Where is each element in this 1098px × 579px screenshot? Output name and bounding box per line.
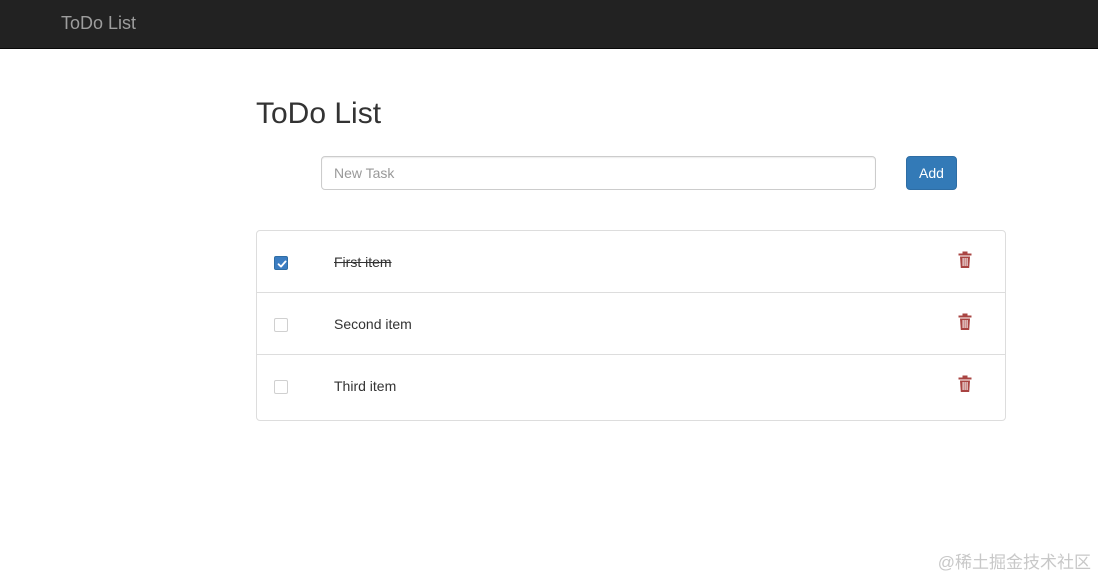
trash-icon[interactable] (957, 251, 973, 269)
task-item: First item (257, 231, 1005, 293)
task-checkbox[interactable] (274, 318, 288, 332)
task-list: First item Second item Third item (256, 230, 1006, 421)
task-item: Third item (257, 355, 1005, 420)
trash-icon[interactable] (957, 313, 973, 331)
navbar: ToDo List (0, 0, 1098, 49)
task-checkbox[interactable] (274, 256, 288, 270)
add-task-button[interactable]: Add (906, 156, 957, 190)
task-label: First item (334, 254, 392, 270)
navbar-brand[interactable]: ToDo List (61, 12, 136, 34)
task-label: Third item (334, 378, 397, 394)
task-checkbox[interactable] (274, 380, 288, 394)
check-icon (277, 260, 287, 268)
new-task-input[interactable] (321, 156, 876, 190)
page-title: ToDo List (256, 97, 382, 130)
trash-icon[interactable] (957, 375, 973, 393)
watermark: @稀土掘金技术社区 (937, 553, 1091, 572)
task-item: Second item (257, 293, 1005, 355)
task-label: Second item (334, 316, 412, 332)
